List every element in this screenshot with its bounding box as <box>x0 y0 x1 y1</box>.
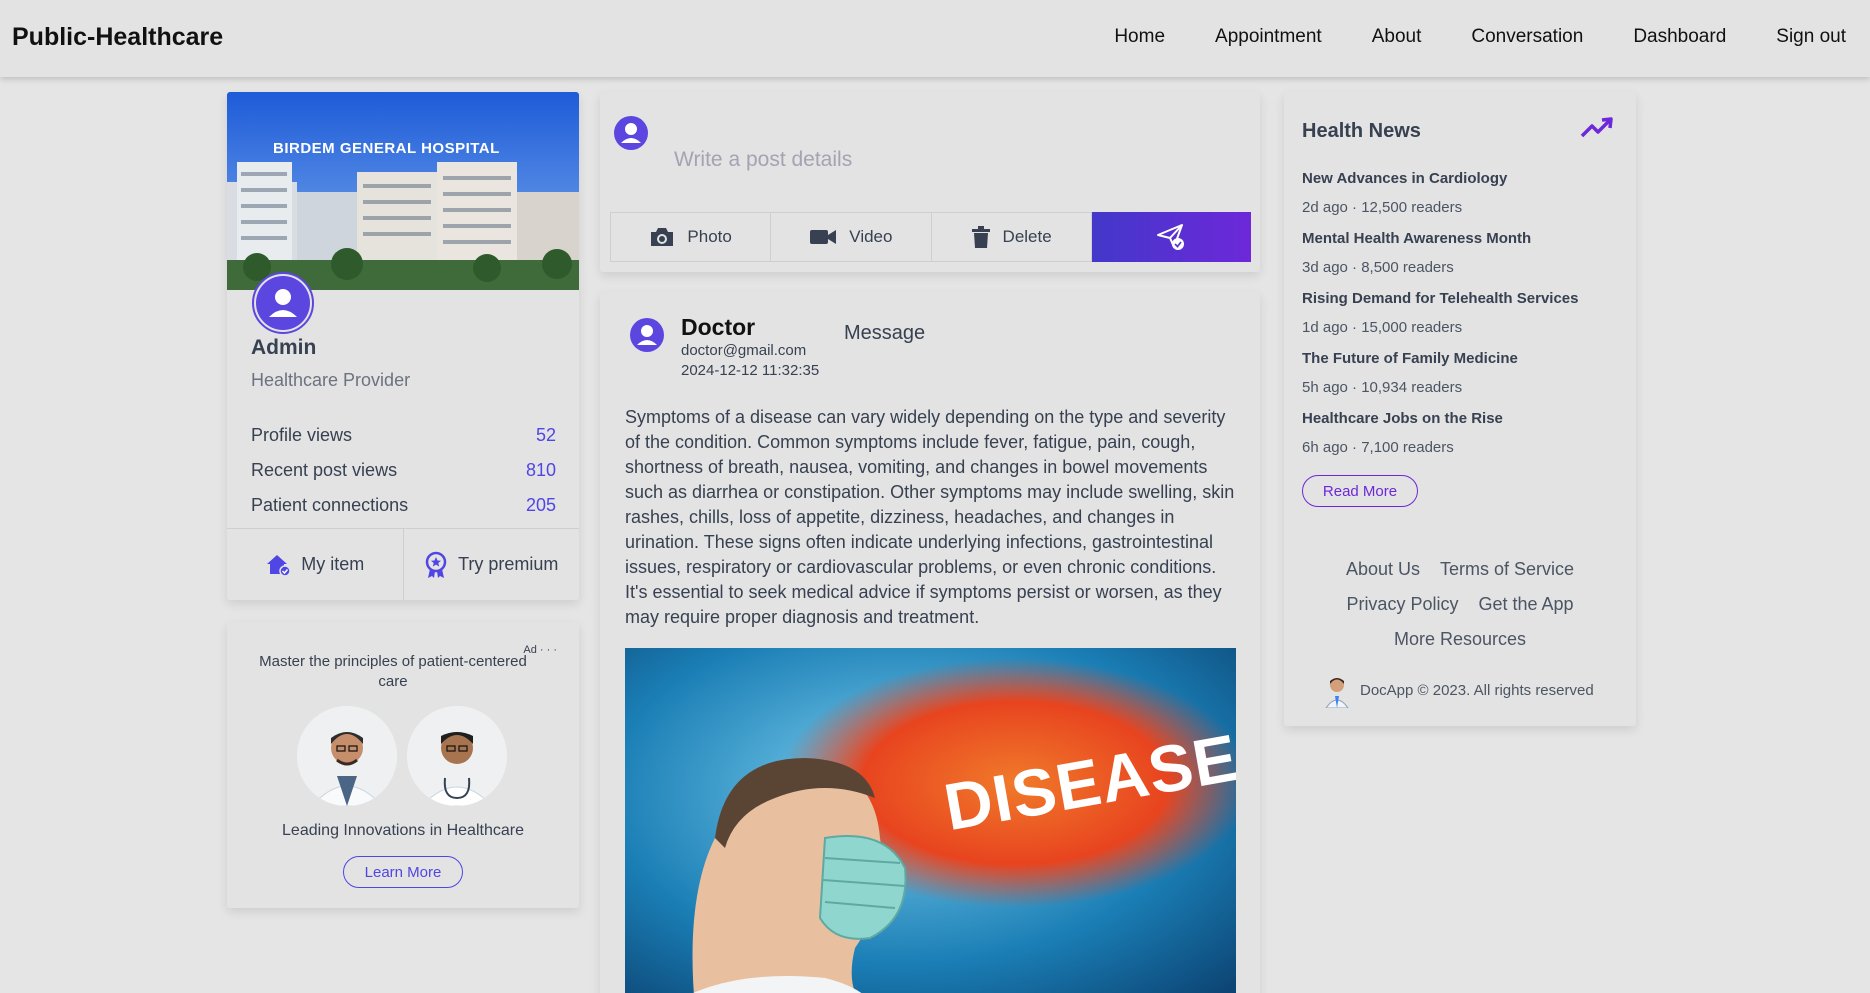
nav-sign-out[interactable]: Sign out <box>1776 26 1846 48</box>
doctor-logo-icon <box>1325 678 1349 708</box>
stat-label: Recent post views <box>251 460 398 480</box>
ad-title: Master the principles of patient-centere… <box>259 653 527 690</box>
learn-more-button[interactable]: Learn More <box>343 856 463 888</box>
post-timestamp: 2024-12-12 11:32:35 <box>681 362 820 379</box>
news-headline[interactable]: Rising Demand for Telehealth Services <box>1302 290 1622 307</box>
profile-name: Admin <box>251 336 317 359</box>
read-more-button[interactable]: Read More <box>1302 475 1418 507</box>
profile-stats: Profile views 52 Recent post views 810 P… <box>251 418 556 523</box>
my-item-button[interactable]: My item <box>227 529 403 600</box>
home-check-icon <box>267 554 291 577</box>
news-headline[interactable]: Mental Health Awareness Month <box>1302 230 1622 247</box>
trending-up-icon <box>1580 116 1614 145</box>
my-item-label: My item <box>301 554 365 574</box>
news-meta: 5h ago · 10,934 readers <box>1302 379 1463 396</box>
stat-profile-views[interactable]: Profile views 52 <box>251 418 556 453</box>
post-author-name[interactable]: Doctor <box>681 314 755 341</box>
send-check-icon <box>1157 224 1185 250</box>
footer-more-resources[interactable]: More Resources <box>1394 629 1526 650</box>
post-card: Doctor doctor@gmail.com 2024-12-12 11:32… <box>600 292 1260 993</box>
news-meta: 6h ago · 7,100 readers <box>1302 439 1454 456</box>
post-image-disease: DISEASE <box>625 648 1236 993</box>
news-meta: 2d ago · 12,500 readers <box>1302 199 1463 216</box>
news-headline[interactable]: New Advances in Cardiology <box>1302 170 1622 187</box>
user-avatar-icon <box>256 276 310 330</box>
stat-value: 205 <box>525 495 556 515</box>
copyright: DocApp © 2023. All rights reserved <box>1324 672 1594 708</box>
news-list: New Advances in Cardiology 2d ago · 12,5… <box>1302 170 1622 470</box>
news-meta: 1d ago · 15,000 readers <box>1302 319 1463 336</box>
ad-subtitle: Leading Innovations in Healthcare <box>282 822 524 839</box>
doctor-photo <box>407 706 507 806</box>
video-camera-icon <box>810 230 837 244</box>
trash-icon <box>971 226 990 248</box>
post-body-text: Symptoms of a disease can vary widely de… <box>625 407 1235 627</box>
photo-label: Photo <box>687 227 732 246</box>
post-details-input[interactable] <box>660 110 1250 210</box>
nav-about[interactable]: About <box>1372 26 1422 48</box>
ad-people <box>297 706 507 806</box>
news-headline[interactable]: Healthcare Jobs on the Rise <box>1302 410 1622 427</box>
news-item[interactable]: Healthcare Jobs on the Rise 6h ago · 7,1… <box>1302 410 1622 470</box>
profile-actions: My item Try premium <box>227 528 579 600</box>
post-author-email: doctor@gmail.com <box>681 342 807 359</box>
delete-button[interactable]: Delete <box>931 212 1092 262</box>
user-avatar-icon <box>614 116 648 150</box>
nav-home[interactable]: Home <box>1114 26 1165 48</box>
photo-button[interactable]: Photo <box>610 212 772 262</box>
try-premium-label: Try premium <box>458 554 559 574</box>
news-item[interactable]: The Future of Family Medicine 5h ago · 1… <box>1302 350 1622 410</box>
cover-hospital-name: BIRDEM GENERAL HOSPITAL <box>273 140 500 157</box>
footer-about-us[interactable]: About Us <box>1346 559 1420 580</box>
stat-recent-post-views[interactable]: Recent post views 810 <box>251 453 556 488</box>
news-meta: 3d ago · 8,500 readers <box>1302 259 1454 276</box>
delete-label: Delete <box>1002 227 1052 246</box>
stat-label: Patient connections <box>251 495 409 515</box>
composer-avatar <box>614 116 648 155</box>
footer-privacy[interactable]: Privacy Policy <box>1346 594 1458 615</box>
news-item[interactable]: New Advances in Cardiology 2d ago · 12,5… <box>1302 170 1622 230</box>
hospital-cover-image: BIRDEM GENERAL HOSPITAL <box>227 92 579 290</box>
post-composer: Photo Video Delete <box>600 92 1260 272</box>
user-avatar-icon <box>630 318 664 352</box>
stat-label: Profile views <box>251 425 353 445</box>
ad-card: Ad · · · Master the principles of patien… <box>227 622 579 908</box>
send-post-button[interactable] <box>1091 212 1251 262</box>
nav-dashboard[interactable]: Dashboard <box>1633 26 1726 48</box>
news-item[interactable]: Rising Demand for Telehealth Services 1d… <box>1302 290 1622 350</box>
copyright-text: DocApp © 2023. All rights reserved <box>1360 681 1594 699</box>
video-button[interactable]: Video <box>771 212 932 262</box>
message-link[interactable]: Message <box>844 322 925 345</box>
premium-badge-icon <box>425 551 447 578</box>
post-author-avatar[interactable] <box>630 318 664 357</box>
nav-appointment[interactable]: Appointment <box>1215 26 1322 48</box>
video-label: Video <box>849 227 893 246</box>
stat-value: 810 <box>525 460 556 480</box>
top-navbar: Public-Healthcare Home Appointment About… <box>0 0 1870 77</box>
footer-links: About Us Terms of Service Privacy Policy… <box>1284 552 1636 657</box>
try-premium-button[interactable]: Try premium <box>402 529 580 600</box>
health-news-title: Health News <box>1302 120 1421 142</box>
stat-patient-connections[interactable]: Patient connections 205 <box>251 488 556 523</box>
profile-card: BIRDEM GENERAL HOSPITAL Admin Healthcare… <box>227 92 579 600</box>
footer-get-app[interactable]: Get the App <box>1478 594 1573 615</box>
stat-value: 52 <box>535 425 556 445</box>
nav-conversation[interactable]: Conversation <box>1471 26 1583 48</box>
main-nav: Home Appointment About Conversation Dash… <box>1114 26 1846 48</box>
brand-logo[interactable]: Public-Healthcare <box>12 23 223 52</box>
news-headline[interactable]: The Future of Family Medicine <box>1302 350 1622 367</box>
news-item[interactable]: Mental Health Awareness Month 3d ago · 8… <box>1302 230 1622 290</box>
health-news-card: Health News New Advances in Cardiology 2… <box>1284 92 1636 726</box>
composer-actions: Photo Video Delete <box>610 212 1251 262</box>
footer-terms[interactable]: Terms of Service <box>1440 559 1574 580</box>
doctor-photo <box>297 706 397 806</box>
profile-role: Healthcare Provider <box>251 370 411 390</box>
profile-avatar[interactable] <box>252 272 314 334</box>
camera-icon <box>651 228 674 246</box>
